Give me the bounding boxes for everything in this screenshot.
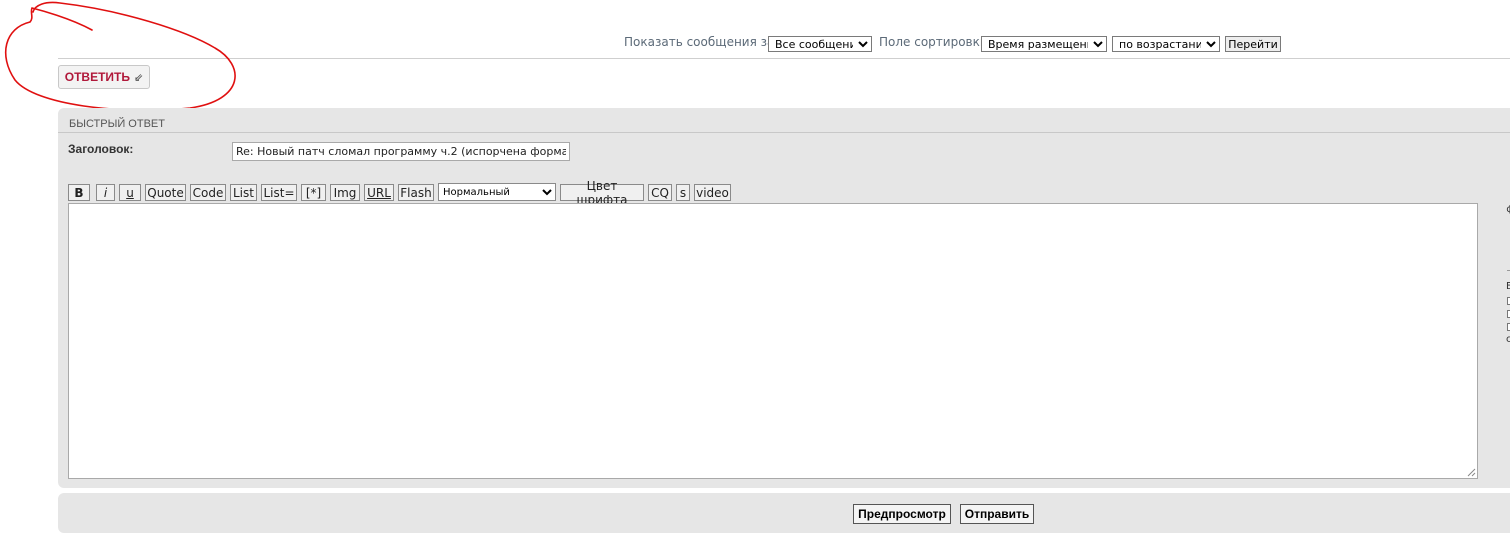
font-color-button[interactable]: Цвет шрифта: [560, 179, 644, 207]
subject-input[interactable]: [232, 142, 570, 161]
go-button[interactable]: Перейти: [1225, 36, 1281, 52]
divider: [58, 58, 1510, 59]
sort-field-select[interactable]: Время размещения: [981, 36, 1107, 52]
cq-button[interactable]: CQ: [648, 184, 672, 201]
strike-button[interactable]: s: [676, 184, 690, 201]
code-button[interactable]: Code: [190, 184, 226, 201]
video-button[interactable]: video: [694, 184, 731, 201]
smilies-panel-edge: ¢: [1506, 204, 1510, 215]
message-textarea[interactable]: [68, 203, 1478, 479]
bold-button[interactable]: B: [68, 184, 90, 201]
options-edge: c: [1506, 334, 1510, 345]
panel-divider: [58, 132, 1510, 133]
img-button[interactable]: Img: [330, 184, 360, 201]
sort-bar: Показать сообщения за: Все сообщения Пол…: [622, 30, 1322, 52]
list-item-button[interactable]: [*]: [301, 184, 326, 201]
annotation-circle: [4, 1, 236, 111]
resize-grip-icon[interactable]: [1466, 467, 1476, 477]
italic-button[interactable]: i: [96, 184, 115, 201]
url-button[interactable]: URL: [364, 184, 394, 201]
quick-reply-title: БЫСТРЫЙ ОТВЕТ: [69, 118, 165, 130]
quote-button[interactable]: Quote: [145, 184, 186, 201]
flash-button[interactable]: Flash: [398, 184, 434, 201]
options-edge: E: [1506, 281, 1510, 292]
show-messages-label: Показать сообщения за:: [624, 35, 779, 49]
list-button[interactable]: List: [230, 184, 257, 201]
sort-field-label: Поле сортировки: [879, 35, 988, 49]
font-size-select[interactable]: Нормальный: [438, 183, 556, 201]
subject-label: Заголовок:: [68, 142, 134, 156]
sort-direction-select[interactable]: по возрастанию: [1112, 36, 1220, 52]
ordered-list-button[interactable]: List=: [261, 184, 297, 201]
reply-button-label: ОТВЕТИТЬ: [64, 70, 131, 84]
underline-button[interactable]: u: [119, 184, 141, 201]
submit-panel: [58, 493, 1510, 533]
reply-arrow-icon: ⇙: [134, 71, 144, 84]
preview-button[interactable]: Предпросмотр: [853, 504, 951, 524]
reply-button[interactable]: ОТВЕТИТЬ ⇙: [58, 65, 150, 89]
period-select[interactable]: Все сообщения: [768, 36, 872, 52]
submit-button[interactable]: Отправить: [960, 504, 1034, 524]
